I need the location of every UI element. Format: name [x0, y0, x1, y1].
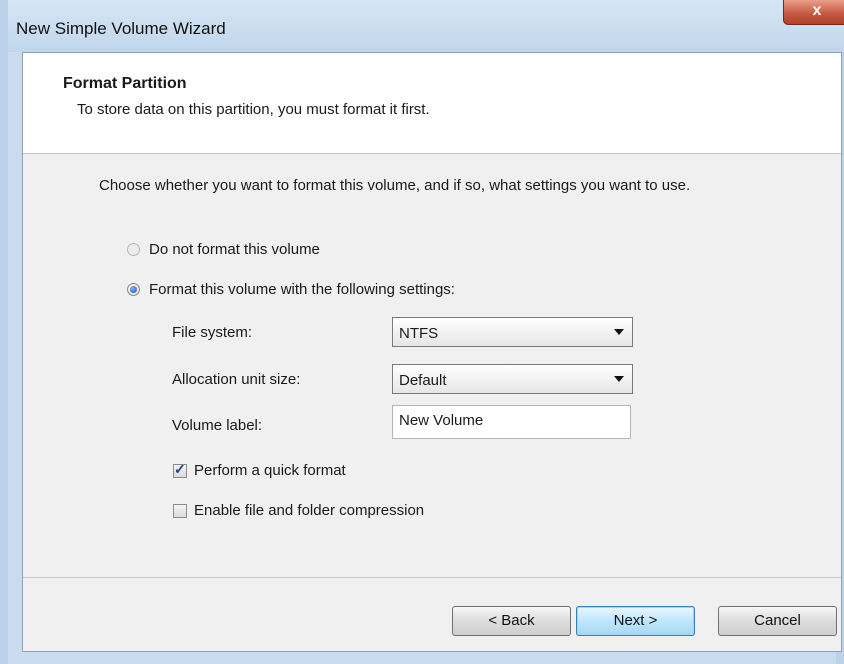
cancel-button[interactable]: Cancel	[718, 606, 837, 636]
next-button[interactable]: Next >	[576, 606, 695, 636]
allocation-unit-size-dropdown[interactable]: Default	[392, 364, 633, 394]
dropdown-arrow-icon	[614, 376, 624, 382]
title-bar[interactable]: New Simple Volume Wizard x	[8, 0, 844, 52]
dropdown-arrow-icon	[614, 329, 624, 335]
quick-format-option[interactable]: Perform a quick format	[173, 461, 346, 479]
wizard-window: New Simple Volume Wizard x Format Partit…	[0, 0, 844, 664]
allocation-unit-size-label: Allocation unit size:	[172, 371, 301, 388]
file-system-label: File system:	[172, 324, 253, 341]
do-not-format-option[interactable]: Do not format this volume	[127, 241, 320, 258]
page-subtitle: To store data on this partition, you mus…	[77, 101, 430, 118]
do-not-format-radio[interactable]	[127, 243, 140, 256]
volume-label-label: Volume label:	[172, 417, 263, 434]
compression-label: Enable file and folder compression	[194, 502, 425, 519]
compression-checkbox[interactable]	[173, 503, 187, 518]
compression-option[interactable]: Enable file and folder compression	[173, 502, 424, 519]
format-volume-option[interactable]: Format this volume with the following se…	[127, 281, 455, 298]
close-button[interactable]: x	[783, 0, 844, 25]
do-not-format-label: Do not format this volume	[149, 241, 320, 258]
back-button[interactable]: < Back	[452, 606, 571, 636]
close-icon: x	[812, 2, 822, 19]
wizard-header: Format Partition To store data on this p…	[23, 53, 841, 154]
file-system-value: NTFS	[399, 325, 439, 342]
quick-format-label: Perform a quick format	[194, 462, 346, 479]
volume-label-input[interactable]: New Volume	[392, 405, 631, 439]
page-title: Format Partition	[63, 75, 187, 92]
window-title: New Simple Volume Wizard	[16, 19, 226, 38]
footer-divider	[23, 577, 841, 578]
file-system-dropdown[interactable]: NTFS	[392, 317, 633, 347]
instructions-text: Choose whether you want to format this v…	[99, 177, 691, 194]
format-volume-radio[interactable]	[127, 283, 140, 296]
quick-format-checkbox[interactable]	[173, 461, 187, 478]
wizard-content: Format Partition To store data on this p…	[22, 52, 842, 652]
format-volume-label: Format this volume with the following se…	[149, 281, 455, 298]
allocation-unit-size-value: Default	[399, 372, 447, 389]
